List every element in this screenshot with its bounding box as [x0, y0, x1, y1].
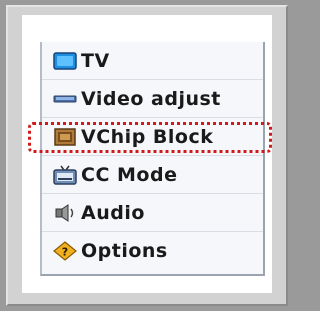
menu-item-video-adjust[interactable]: Video adjust — [42, 80, 263, 118]
menu-item-label: Options — [81, 240, 168, 262]
menu-item-label: TV — [81, 49, 110, 72]
tv-menu: TV Video adjust VChip Block CC Mode Audi… — [40, 42, 265, 276]
cc-mode-icon — [53, 165, 77, 185]
menu-item-audio[interactable]: Audio — [42, 194, 263, 232]
vchip-block-highlight — [28, 122, 272, 153]
svg-text:?: ? — [62, 246, 68, 259]
menu-item-options[interactable]: ? Options — [42, 232, 263, 270]
audio-icon — [53, 203, 77, 223]
menu-item-label: CC Mode — [81, 163, 178, 186]
menu-item-label: Audio — [81, 201, 145, 224]
menu-item-label: Video adjust — [81, 87, 221, 110]
tv-icon — [53, 51, 77, 71]
options-icon: ? — [53, 241, 77, 261]
menu-item-cc-mode[interactable]: CC Mode — [42, 156, 263, 194]
menu-item-tv[interactable]: TV — [42, 42, 263, 80]
video-adjust-icon — [53, 89, 77, 109]
